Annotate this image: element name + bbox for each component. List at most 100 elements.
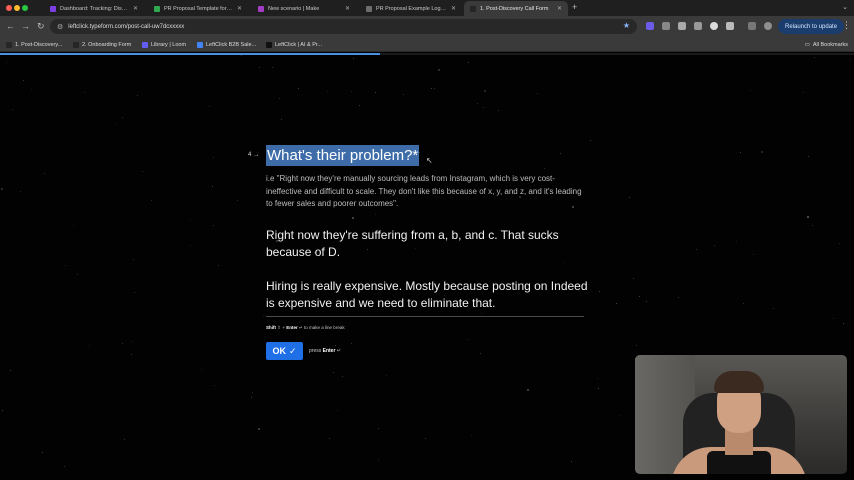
bookmark-star-icon[interactable]: ★ bbox=[623, 21, 630, 30]
url-text[interactable]: leftclick.typeform.com/post-call-uw7dcxx… bbox=[68, 24, 184, 30]
tab-close-icon[interactable]: ✕ bbox=[451, 5, 456, 12]
bookmark-item[interactable]: LeftClick | AI & Pr... bbox=[266, 39, 322, 50]
extension-icon[interactable] bbox=[678, 22, 686, 30]
background-star bbox=[468, 62, 469, 63]
new-tab-icon[interactable]: + bbox=[572, 3, 577, 12]
ok-button-label: OK bbox=[272, 346, 286, 356]
reload-icon[interactable]: ↻ bbox=[37, 21, 45, 32]
background-star bbox=[353, 58, 354, 59]
background-star bbox=[750, 90, 751, 91]
background-star bbox=[258, 428, 260, 430]
background-star bbox=[281, 119, 282, 120]
tab-title: New scenario | Make bbox=[268, 5, 320, 12]
bookmark-favicon-icon bbox=[6, 41, 12, 48]
background-star bbox=[327, 91, 328, 92]
browser-tab[interactable]: PR Proposal Template for st... ✕ bbox=[148, 1, 248, 16]
extension-icon[interactable] bbox=[694, 22, 702, 30]
bookmark-item[interactable]: Library | Loom bbox=[142, 39, 186, 50]
background-star bbox=[31, 89, 32, 90]
background-star bbox=[73, 225, 74, 226]
answer-paragraph: Right now they're suffering from a, b, a… bbox=[266, 228, 559, 259]
window-zoom-button[interactable] bbox=[22, 5, 28, 11]
background-star bbox=[773, 308, 774, 309]
background-star bbox=[124, 439, 125, 440]
background-star bbox=[252, 392, 253, 393]
arrow-right-icon: → bbox=[253, 152, 260, 158]
window-close-button[interactable] bbox=[6, 5, 12, 11]
bookmark-item[interactable]: 2. Onboarding Form bbox=[73, 39, 131, 50]
site-info-icon[interactable]: ⚙ bbox=[57, 23, 63, 31]
tab-close-icon[interactable]: ✕ bbox=[237, 5, 242, 12]
press-key-label: Enter bbox=[322, 348, 336, 354]
tab-favicon-icon bbox=[50, 5, 56, 12]
background-star bbox=[481, 313, 482, 314]
background-star bbox=[471, 435, 472, 436]
profile-avatar[interactable] bbox=[764, 22, 772, 30]
extension-icon[interactable] bbox=[646, 22, 654, 30]
browser-menu-icon[interactable]: ⋮ bbox=[842, 20, 851, 31]
webcam-overlay bbox=[635, 355, 847, 474]
back-arrow-icon[interactable]: ← bbox=[6, 21, 15, 32]
all-bookmarks-button[interactable]: ▭ All Bookmarks bbox=[805, 39, 848, 50]
background-star bbox=[571, 461, 572, 462]
background-star bbox=[803, 92, 804, 93]
window-minimize-button[interactable] bbox=[14, 5, 20, 11]
background-star bbox=[743, 303, 744, 304]
extensions-puzzle-icon[interactable] bbox=[726, 22, 734, 30]
background-star bbox=[740, 152, 741, 153]
background-star bbox=[122, 117, 123, 118]
tab-close-icon[interactable]: ✕ bbox=[557, 5, 562, 12]
background-star bbox=[298, 88, 299, 89]
background-star bbox=[190, 245, 191, 246]
webcam-person-hair bbox=[714, 371, 764, 393]
tab-close-icon[interactable]: ✕ bbox=[345, 5, 350, 12]
background-star bbox=[477, 103, 478, 104]
background-star bbox=[498, 110, 499, 111]
background-star bbox=[259, 67, 260, 68]
sidebar-icon[interactable] bbox=[748, 22, 756, 30]
background-star bbox=[133, 259, 134, 260]
background-star bbox=[696, 249, 697, 250]
background-star bbox=[351, 343, 352, 344]
extension-icon[interactable] bbox=[662, 22, 670, 30]
extension-icon[interactable] bbox=[710, 22, 718, 30]
background-star bbox=[431, 88, 432, 89]
bookmark-item[interactable]: 1. Post-Discovery... bbox=[6, 39, 62, 50]
relaunch-to-update-button[interactable]: Relaunch to update bbox=[778, 19, 845, 34]
background-star bbox=[616, 303, 617, 304]
all-bookmarks-label: All Bookmarks bbox=[812, 41, 848, 48]
background-star bbox=[213, 157, 214, 158]
background-star bbox=[151, 200, 152, 201]
address-bar[interactable]: ⚙ leftclick.typeform.com/post-call-uw7dc… bbox=[50, 19, 637, 34]
tab-close-icon[interactable]: ✕ bbox=[133, 5, 138, 12]
enter-key-label: Enter bbox=[286, 325, 298, 330]
background-star bbox=[42, 452, 43, 453]
background-star bbox=[134, 292, 135, 293]
shift-key-icon: ⇧ bbox=[277, 325, 282, 330]
background-star bbox=[468, 339, 469, 340]
background-star bbox=[359, 105, 360, 106]
answer-underline bbox=[266, 316, 584, 317]
background-star bbox=[333, 372, 334, 373]
relaunch-label: Relaunch to update bbox=[785, 23, 838, 30]
forward-arrow-icon[interactable]: → bbox=[21, 21, 30, 32]
browser-tab[interactable]: New scenario | Make ✕ bbox=[252, 1, 356, 16]
background-star bbox=[403, 94, 404, 95]
ok-button[interactable]: OK ✓ bbox=[266, 342, 303, 360]
tab-favicon-icon bbox=[154, 5, 160, 12]
bookmark-item[interactable]: LeftClick B2B Sale... bbox=[197, 39, 256, 50]
background-star bbox=[629, 197, 630, 198]
background-star bbox=[480, 353, 481, 354]
typeform-page: 4 → What's their problem?* ↖ i.e "Right … bbox=[0, 55, 854, 480]
line-break-hint: Shift ⇧ + Enter ↵ to make a line break bbox=[266, 325, 345, 331]
background-star bbox=[544, 168, 545, 169]
browser-tab[interactable]: Dashboard: Tracking: Discov... ✕ bbox=[44, 1, 144, 16]
browser-tab-active[interactable]: 1. Post-Discovery Call Form ✕ bbox=[464, 1, 568, 16]
background-star bbox=[598, 388, 599, 389]
tab-search-chevron-icon[interactable]: ⌄ bbox=[842, 3, 848, 11]
answer-textarea[interactable]: Right now they're suffering from a, b, a… bbox=[266, 227, 596, 312]
shift-key-label: Shift bbox=[266, 325, 276, 330]
background-star bbox=[20, 191, 21, 192]
browser-tab[interactable]: PR Proposal Example Loggi... ✕ bbox=[360, 1, 462, 16]
browser-tab-strip: Dashboard: Tracking: Discov... ✕ PR Prop… bbox=[0, 0, 854, 16]
